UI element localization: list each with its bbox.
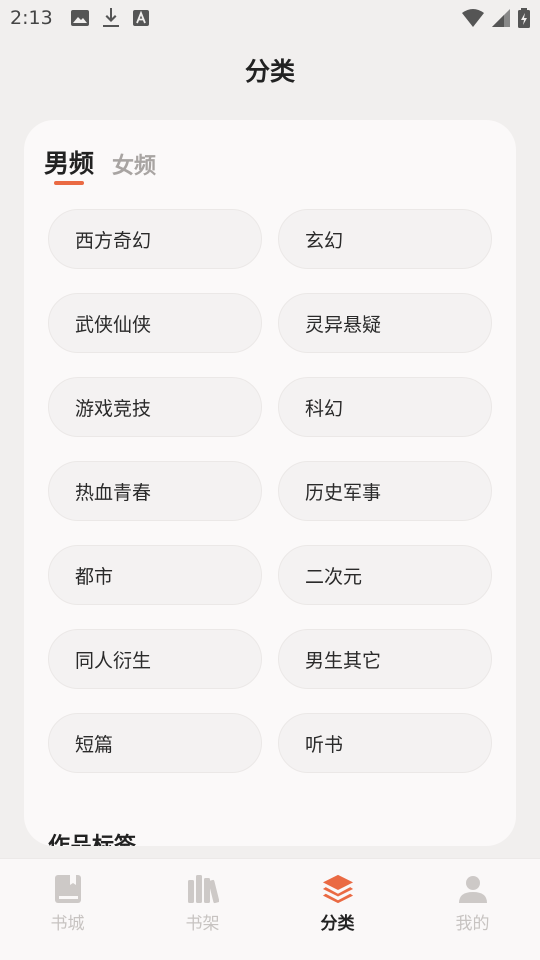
tab-male-label: 男频	[44, 149, 95, 178]
tab-female-label: 女频	[112, 154, 157, 179]
category-pill[interactable]: 听书	[278, 713, 492, 773]
category-pill[interactable]: 二次元	[278, 545, 492, 605]
category-pill[interactable]: 短篇	[48, 713, 262, 773]
bookshelf-icon	[187, 873, 219, 905]
nav-label-profile: 我的	[455, 914, 490, 934]
tab-male[interactable]: 男频	[44, 144, 95, 185]
download-icon	[102, 8, 119, 28]
image-icon	[70, 10, 89, 26]
person-icon	[457, 873, 489, 905]
nav-item-bookshelf[interactable]: 书架	[135, 859, 270, 960]
layers-icon	[322, 873, 354, 905]
font-icon	[132, 10, 149, 26]
category-pill[interactable]: 灵异悬疑	[278, 293, 492, 353]
category-pill[interactable]: 科幻	[278, 377, 492, 437]
category-pill[interactable]: 武侠仙侠	[48, 293, 262, 353]
category-pill[interactable]: 历史军事	[278, 461, 492, 521]
nav-item-bookstore[interactable]: 书城	[0, 859, 135, 960]
page-title: 分类	[244, 57, 295, 86]
status-time: 2:13	[10, 7, 53, 29]
category-pill[interactable]: 游戏竞技	[48, 377, 262, 437]
signal-icon	[492, 9, 510, 27]
nav-label-category: 分类	[320, 914, 355, 934]
nav-item-category[interactable]: 分类	[270, 859, 405, 960]
category-pill[interactable]: 同人衍生	[48, 629, 262, 689]
bottom-nav: 书城 书架 分类 我的	[0, 858, 540, 960]
nav-item-profile[interactable]: 我的	[405, 859, 540, 960]
category-pill[interactable]: 都市	[48, 545, 262, 605]
tab-indicator	[54, 181, 84, 185]
category-grid: 西方奇幻 玄幻 武侠仙侠 灵异悬疑 游戏竞技 科幻 热血青春 历史军事 都市 二…	[48, 209, 492, 773]
status-bar: 2:13	[0, 0, 540, 36]
category-pill[interactable]: 玄幻	[278, 209, 492, 269]
tab-female[interactable]: 女频	[112, 148, 156, 180]
category-pill[interactable]: 西方奇幻	[48, 209, 262, 269]
category-card: 男频 女频 西方奇幻 玄幻 武侠仙侠 灵异悬疑 游戏竞技 科幻 热血青春 历史军…	[24, 120, 516, 846]
category-pill[interactable]: 热血青春	[48, 461, 262, 521]
nav-label-bookstore: 书城	[50, 914, 85, 934]
battery-icon	[518, 8, 530, 28]
wifi-icon	[462, 9, 484, 27]
gender-tabs: 男频 女频	[44, 144, 156, 185]
book-icon	[52, 873, 84, 905]
nav-label-bookshelf: 书架	[185, 914, 220, 934]
tags-section-heading: 作品标签	[48, 828, 136, 846]
category-pill[interactable]: 男生其它	[278, 629, 492, 689]
